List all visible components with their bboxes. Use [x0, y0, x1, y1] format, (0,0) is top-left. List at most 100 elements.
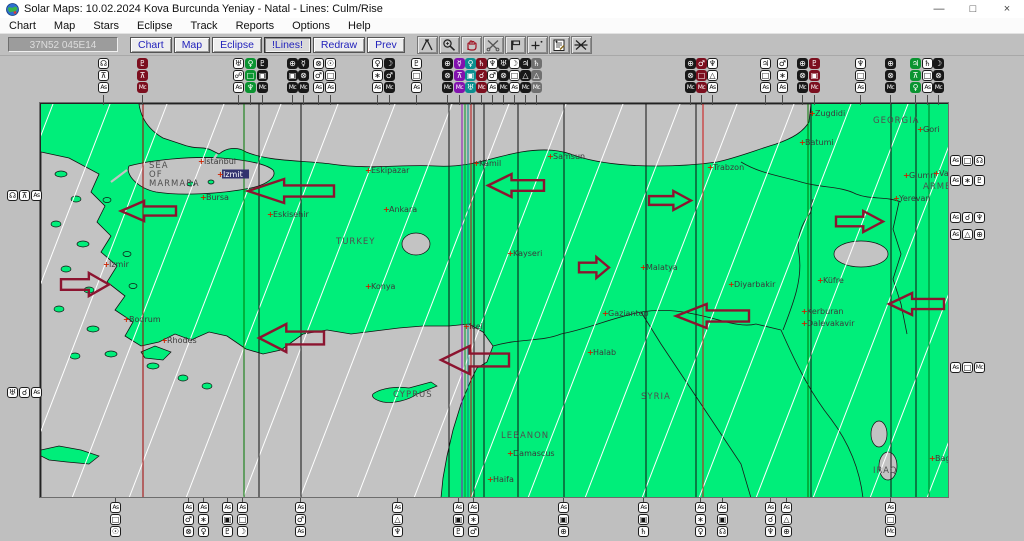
astro-line-marker: As ▣ ♇	[221, 498, 234, 538]
city-name: Bodrum	[129, 315, 161, 324]
astro-glyph: As	[110, 502, 121, 513]
astro-glyph: ▣	[558, 514, 569, 525]
astro-glyph: ⊼	[454, 70, 465, 81]
menu-item-help[interactable]: Help	[339, 20, 380, 32]
menu-item-options[interactable]: Options	[283, 20, 339, 32]
minimize-button[interactable]: —	[922, 3, 956, 15]
astro-glyph: ⊼	[19, 190, 30, 201]
city-marker: + Eskisehir	[267, 210, 309, 219]
astro-glyph: □	[411, 70, 422, 81]
astro-line-marker: ☽ □ As	[508, 58, 521, 105]
astro-line-marker: As □ ☽	[236, 498, 249, 538]
astro-glyph: ⊼	[137, 70, 148, 81]
astro-glyph: ♀	[465, 58, 476, 69]
city-name: Damascus	[513, 449, 555, 458]
menu-item-map[interactable]: Map	[45, 20, 84, 32]
astro-glyph: Mc	[384, 82, 395, 93]
astro-glyph: ♂	[313, 70, 324, 81]
city-marker: + Halab	[587, 348, 616, 357]
astro-line-marker: ♃ □ As	[759, 58, 772, 105]
astro-glyph: ♂	[777, 58, 788, 69]
zoom-tool[interactable]	[438, 35, 460, 54]
pan-hand-tool[interactable]	[460, 35, 482, 54]
astro-glyph: ⊗	[933, 70, 944, 81]
city-marker: + Trabzon	[707, 163, 744, 172]
astro-glyph: ♇	[809, 58, 820, 69]
info-note-tool[interactable]	[548, 35, 570, 54]
city-marker: + Gaziantep	[602, 309, 649, 318]
menu-item-eclipse[interactable]: Eclipse	[128, 20, 181, 32]
astro-glyph: ♄	[922, 58, 933, 69]
astro-glyph: ♅	[465, 82, 476, 93]
region-label: IRAQ	[873, 466, 897, 476]
astro-glyph: ☊	[7, 190, 18, 201]
astro-glyph: ☉	[325, 58, 336, 69]
city-marker: + Icel	[463, 322, 483, 331]
astro-line-marker: ⊕ ⊗ Mc	[441, 58, 454, 105]
app-icon	[6, 2, 19, 16]
toolbar-button-prev[interactable]: Prev	[367, 36, 405, 53]
astro-line-marker: ♆ △ As	[706, 58, 719, 105]
toolbar: 37N52 045E14 Chart Map Eclipse !Lines! Redra…	[0, 34, 1024, 56]
toolbar-button-chart[interactable]: Chart	[130, 36, 172, 53]
city-marker: + Samsun	[547, 152, 585, 161]
astro-line-marker: ♂ □ Mc	[695, 58, 708, 105]
astro-glyph: ▣	[809, 70, 820, 81]
city-marker: + Damascus	[507, 449, 555, 458]
city-name: Trabzon	[712, 163, 744, 172]
astro-glyph: ⊗	[313, 58, 324, 69]
astro-glyph: △	[962, 229, 973, 240]
astro-glyph: ♂	[468, 526, 479, 537]
astro-glyph: As	[313, 82, 324, 93]
locate-crosshair-tool[interactable]	[526, 35, 548, 54]
toolbar-button-redraw[interactable]: Redraw	[312, 36, 366, 53]
toolbar-button-map[interactable]: Map	[173, 36, 211, 53]
menu-item-stars[interactable]: Stars	[84, 20, 128, 32]
astro-glyph: As	[950, 175, 961, 186]
astro-line-marker: As □ ☊	[950, 155, 986, 168]
cut-tool[interactable]	[482, 35, 504, 54]
restore-button[interactable]: □	[956, 3, 990, 15]
city-marker: + Yerevan	[893, 194, 931, 203]
city-marker: + Batumi	[799, 138, 834, 147]
astro-glyph: ⊗	[885, 70, 896, 81]
astro-glyph: As	[950, 362, 961, 373]
astro-glyph: △	[781, 514, 792, 525]
astro-glyph: ∗	[777, 70, 788, 81]
close-button[interactable]: ×	[990, 3, 1024, 15]
flag-tool[interactable]	[504, 35, 526, 54]
city-name: Eskisehir	[273, 210, 309, 219]
astro-line-marker: ☊ ⊼ As	[97, 58, 110, 105]
astro-line-marker: As □ ☉	[109, 498, 122, 538]
astro-glyph: Mc	[476, 82, 487, 93]
city-name: Gaziantep	[608, 309, 649, 318]
map[interactable]: SEAOFMARMARATURKEYGEORGIAARMENIACYPRUSSY…	[39, 102, 949, 498]
star-lines-tool[interactable]	[570, 35, 592, 54]
menu-item-chart[interactable]: Chart	[0, 20, 45, 32]
astro-glyph: Mc	[685, 82, 696, 93]
city-name: Konya	[371, 282, 396, 291]
astro-glyph: ♅	[233, 58, 244, 69]
astro-glyph: △	[707, 70, 718, 81]
city-marker: + Haifa	[487, 475, 514, 484]
toolbar-button-eclipse[interactable]: Eclipse	[212, 36, 262, 53]
city-name: Gori	[923, 125, 940, 134]
astro-glyph: Mc	[137, 82, 148, 93]
city-marker: + Eskipazar	[365, 166, 410, 175]
measure-tool[interactable]	[416, 35, 438, 54]
astro-glyph: ∗	[962, 175, 973, 186]
astro-line-marker: ♆ □ As	[854, 58, 867, 105]
menu-item-track[interactable]: Track	[181, 20, 226, 32]
astro-glyph: ♂	[696, 58, 707, 69]
toolbar-button-lines[interactable]: !Lines!	[263, 36, 311, 53]
astro-glyph: ♀	[910, 82, 921, 93]
astro-glyph: ♅	[7, 387, 18, 398]
astro-glyph: □	[245, 70, 256, 81]
astro-line-marker: ♇ □ As	[410, 58, 423, 105]
astro-glyph: As	[453, 502, 464, 513]
astro-map-canvas[interactable]: SEAOFMARMARATURKEYGEORGIAARMENIACYPRUSSY…	[41, 104, 949, 498]
city-name: Gjumri	[909, 171, 936, 180]
menu-item-reports[interactable]: Reports	[227, 20, 284, 32]
astro-glyph: ☽	[933, 58, 944, 69]
astro-glyph: As	[183, 502, 194, 513]
